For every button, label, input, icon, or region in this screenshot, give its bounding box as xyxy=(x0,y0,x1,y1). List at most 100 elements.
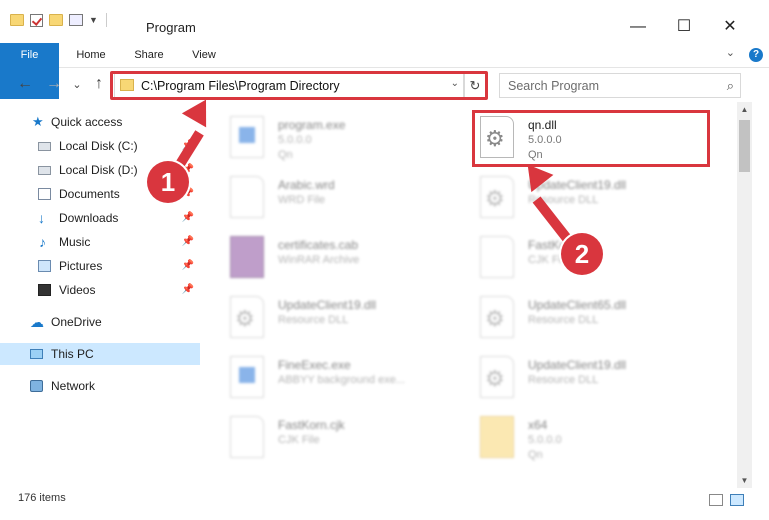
music-icon: ♪ xyxy=(39,234,46,250)
file-item[interactable]: Arabic.wrd WRD File xyxy=(220,170,460,226)
sidebar-item-local-disk-c[interactable]: Local Disk (C:) 📌 xyxy=(0,135,200,157)
disk-icon xyxy=(38,142,51,151)
document-icon xyxy=(230,176,264,218)
close-button[interactable]: ✕ xyxy=(707,12,753,42)
cab-icon xyxy=(230,236,264,278)
folder-icon[interactable] xyxy=(10,14,24,26)
sidebar-item-network[interactable]: Network xyxy=(0,375,200,397)
pin-icon[interactable]: 📌 xyxy=(182,231,194,253)
file-detail: ABBYY background exe... xyxy=(278,374,405,386)
network-icon xyxy=(30,380,43,392)
videos-icon xyxy=(38,284,51,296)
file-highlight-box xyxy=(472,110,710,167)
sidebar-item-label: Downloads xyxy=(59,211,119,225)
file-name: FineExec.exe xyxy=(278,358,351,372)
up-button[interactable]: ↑ xyxy=(88,75,110,93)
file-item[interactable]: certificates.cab WinRAR Archive xyxy=(220,230,460,286)
status-bar: 176 items xyxy=(0,488,769,520)
file-name: UpdateClient65.dll xyxy=(528,298,627,312)
file-name: program.exe xyxy=(278,118,346,132)
file-item[interactable]: UpdateClient19.dll Resource DLL xyxy=(470,170,710,226)
pin-icon[interactable]: 📌 xyxy=(182,279,194,301)
file-detail: Resource DLL xyxy=(528,314,599,326)
sidebar-item-label: Pictures xyxy=(59,259,103,273)
cloud-icon: ☁ xyxy=(30,314,44,330)
file-item[interactable]: FineExec.exe ABBYY background exe... xyxy=(220,350,460,406)
sidebar-item-label: This PC xyxy=(51,347,94,361)
chevron-down-icon[interactable]: ▼ xyxy=(89,15,98,25)
exe-icon xyxy=(230,356,264,398)
back-button[interactable]: ← xyxy=(14,75,36,93)
sidebar-item-pictures[interactable]: Pictures 📌 xyxy=(0,255,200,277)
sidebar-item-label: Local Disk (D:) xyxy=(59,163,138,177)
sidebar-item-videos[interactable]: Videos 📌 xyxy=(0,279,200,301)
tab-share[interactable]: Share xyxy=(126,43,172,67)
document-icon xyxy=(230,416,264,458)
download-icon: ↓ xyxy=(38,210,45,226)
search-input[interactable]: Search Program xyxy=(508,79,599,93)
sidebar-item-label: Music xyxy=(59,235,91,249)
file-detail: WRD File xyxy=(278,194,326,206)
sidebar-item-label: Quick access xyxy=(51,115,123,129)
search-box[interactable]: Search Program ⌕ xyxy=(499,73,741,98)
ribbon-expand-icon[interactable]: ⌄ xyxy=(726,46,735,59)
item-count: 176 items xyxy=(18,492,66,504)
dll-gear-icon xyxy=(230,296,264,338)
file-detail: WinRAR Archive xyxy=(278,254,360,266)
maximize-button[interactable]: ☐ xyxy=(661,12,707,42)
customize-icon[interactable] xyxy=(69,14,83,26)
quick-access-toolbar: ▼ xyxy=(10,13,109,27)
file-item[interactable]: FastKorn.cjk CJK File xyxy=(220,410,460,466)
search-icon[interactable]: ⌕ xyxy=(727,78,734,94)
sidebar-item-label: OneDrive xyxy=(51,315,102,329)
pin-icon[interactable]: 📌 xyxy=(182,207,194,229)
scroll-down-icon[interactable]: ▼ xyxy=(737,476,752,485)
file-item[interactable]: program.exe 5.0.0.0 Qn xyxy=(220,110,460,166)
sidebar-item-quick-access[interactable]: ★ Quick access xyxy=(0,111,200,133)
zip-folder-icon xyxy=(480,416,514,458)
file-item[interactable]: UpdateClient19.dll Resource DLL xyxy=(470,350,710,406)
file-item[interactable]: x64 5.0.0.0 Qn xyxy=(470,410,710,466)
file-detail: Qn xyxy=(278,149,293,161)
dll-gear-icon xyxy=(480,176,514,218)
sidebar-item-downloads[interactable]: ↓ Downloads 📌 xyxy=(0,207,200,229)
pc-icon xyxy=(30,349,43,359)
sidebar-item-music[interactable]: ♪ Music 📌 xyxy=(0,231,200,253)
documents-icon xyxy=(38,188,51,200)
tab-home[interactable]: Home xyxy=(66,43,116,67)
sidebar-item-label: Local Disk (C:) xyxy=(59,139,138,153)
callout-1: 1 xyxy=(147,161,189,203)
exe-icon xyxy=(230,116,264,158)
ribbon: File Home Share View ⌄ ? xyxy=(0,43,769,99)
large-icons-view-icon[interactable] xyxy=(730,494,744,506)
file-detail: CJK File xyxy=(278,434,320,446)
disk-icon xyxy=(38,166,51,175)
sidebar-item-label: Videos xyxy=(59,283,96,297)
file-name: UpdateClient19.dll xyxy=(278,298,377,312)
pin-icon[interactable]: 📌 xyxy=(182,255,194,277)
file-name: certificates.cab xyxy=(278,238,359,252)
forward-button[interactable]: → xyxy=(43,75,65,93)
scroll-thumb[interactable] xyxy=(739,120,750,172)
address-bar-highlight xyxy=(110,71,488,100)
minimize-button[interactable]: — xyxy=(615,12,661,42)
help-icon[interactable]: ? xyxy=(749,48,763,62)
file-name: Arabic.wrd xyxy=(278,178,335,192)
sidebar-item-label: Network xyxy=(51,379,96,393)
scroll-up-icon[interactable]: ▲ xyxy=(737,105,752,114)
title-bar: ▼ Program — ☐ ✕ xyxy=(0,0,769,43)
recent-locations-button[interactable]: ⌄ xyxy=(66,78,88,91)
vertical-scrollbar[interactable]: ▲ ▼ xyxy=(737,102,752,488)
dll-gear-icon xyxy=(480,356,514,398)
file-detail: 5.0.0.0 xyxy=(278,134,312,146)
file-item[interactable]: UpdateClient19.dll Resource DLL xyxy=(220,290,460,346)
sidebar-item-onedrive[interactable]: ☁ OneDrive xyxy=(0,311,200,333)
file-item[interactable]: UpdateClient65.dll Resource DLL xyxy=(470,290,710,346)
tab-view[interactable]: View xyxy=(182,43,226,67)
sidebar-item-this-pc[interactable]: This PC xyxy=(0,343,200,365)
details-view-icon[interactable] xyxy=(709,494,723,506)
file-detail: Resource DLL xyxy=(278,314,349,326)
new-folder-icon[interactable] xyxy=(49,14,63,26)
sidebar-item-label: Documents xyxy=(59,187,120,201)
properties-check-icon[interactable] xyxy=(30,13,43,27)
